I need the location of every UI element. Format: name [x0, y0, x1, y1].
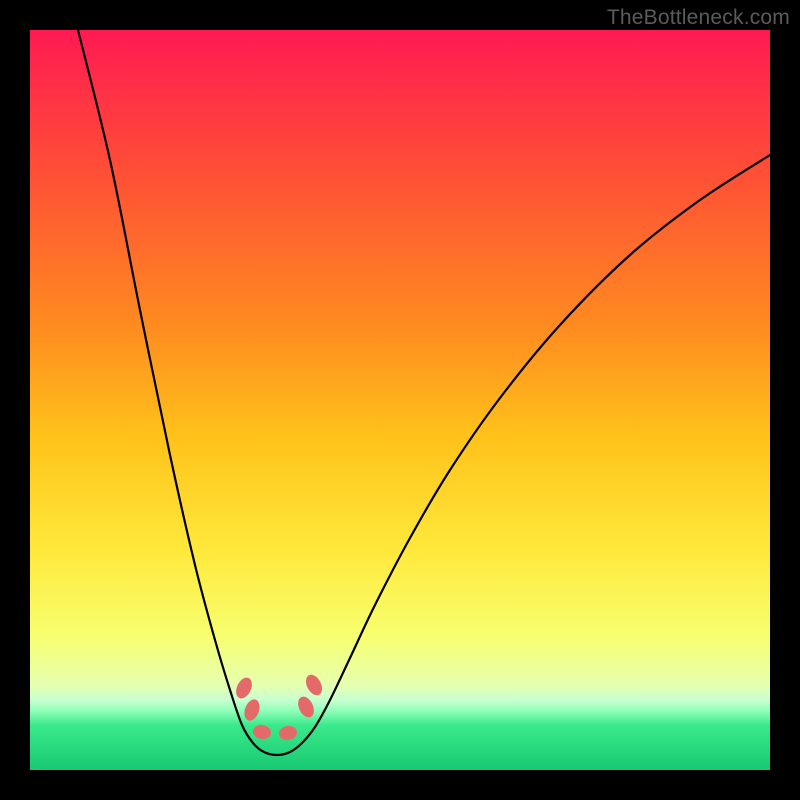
chart-background	[30, 30, 770, 770]
watermark-text: TheBottleneck.com	[607, 6, 790, 30]
chart-frame	[30, 30, 770, 770]
chart-canvas	[30, 30, 770, 770]
